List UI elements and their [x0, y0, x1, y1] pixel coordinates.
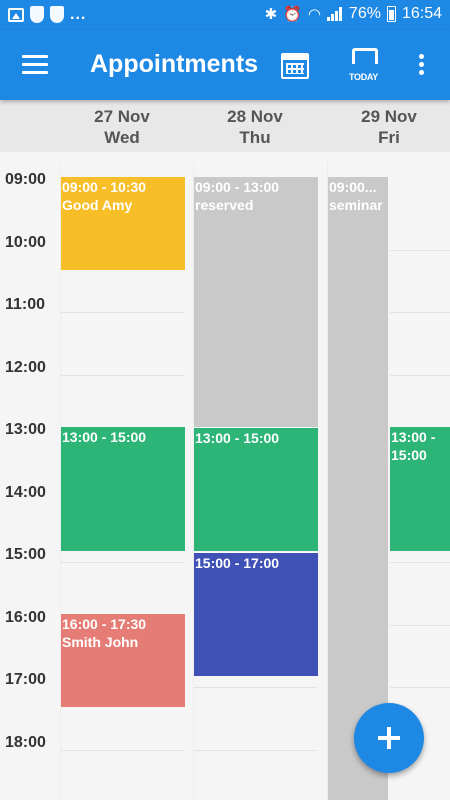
event-title: Smith John: [62, 634, 139, 650]
day-weekday: Fri: [378, 128, 400, 147]
event-title: seminar: [329, 197, 383, 213]
day-date: 28 Nov: [227, 107, 283, 126]
calendar-icon[interactable]: [281, 53, 309, 79]
hour-label: 17:00: [5, 671, 46, 688]
appointment-event[interactable]: 09:00 - 10:30 Good Amy: [61, 177, 185, 270]
day-date: 29 Nov: [361, 107, 417, 126]
hour-gridline: [61, 562, 184, 563]
appointment-event[interactable]: 09:00 - 13:00 reserved: [194, 177, 318, 427]
page-title: Appointments: [90, 50, 259, 78]
hour-label: 11:00: [5, 296, 46, 313]
hour-label: 18:00: [5, 734, 46, 751]
event-time: 09:00 - 10:30: [62, 179, 147, 195]
event-title: reserved: [195, 197, 254, 213]
hour-gridline: [390, 562, 450, 563]
hour-gridline: [390, 312, 450, 313]
hour-gridline: [390, 250, 450, 251]
event-time-line1: 13:00 -: [391, 429, 436, 445]
hour-label: 16:00: [5, 609, 46, 626]
day-header-fri[interactable]: 29 Nov Fri: [327, 106, 450, 148]
shield-icon: [50, 6, 64, 23]
event-title: Good Amy: [62, 197, 133, 213]
day-weekday: Wed: [104, 128, 140, 147]
day-header-wed[interactable]: 27 Nov Wed: [60, 106, 184, 148]
signal-icon: [326, 7, 343, 21]
hour-label: 13:00: [5, 421, 46, 438]
more-vert-icon[interactable]: [419, 54, 425, 76]
hour-label: 10:00: [5, 234, 46, 251]
hour-gridline: [194, 750, 317, 751]
status-bar: ... ✱ ⏰ ◠ 76% 16:54: [0, 0, 450, 30]
appointment-event[interactable]: 16:00 - 17:30 Smith John: [61, 614, 185, 707]
hour-label: 15:00: [5, 546, 46, 563]
hour-gridline: [390, 687, 450, 688]
add-appointment-button[interactable]: [354, 703, 424, 773]
bluetooth-icon: ✱: [264, 6, 278, 23]
day-column-thu[interactable]: 09:00 - 13:00 reserved 13:00 - 15:00 15:…: [193, 162, 318, 800]
day-weekday: Thu: [239, 128, 271, 147]
hour-label: 14:00: [5, 484, 46, 501]
wifi-icon: ◠: [307, 6, 321, 23]
time-column: 09:00 10:00 11:00 12:00 13:00 14:00 15:0…: [0, 152, 60, 800]
hour-gridline: [390, 375, 450, 376]
app-bar: Appointments TODAY: [0, 30, 450, 100]
appointment-event[interactable]: 13:00 - 15:00: [194, 427, 318, 551]
appointment-event[interactable]: 13:00 - 15:00: [390, 427, 450, 551]
day-column-wed[interactable]: 09:00 - 10:30 Good Amy 13:00 - 15:00 16:…: [60, 162, 185, 800]
day-date: 27 Nov: [94, 107, 150, 126]
image-icon: [8, 7, 24, 22]
more-notifications-icon: ...: [70, 5, 87, 23]
today-icon[interactable]: TODAY: [349, 48, 381, 82]
hour-gridline: [194, 687, 317, 688]
day-header-thu[interactable]: 28 Nov Thu: [193, 106, 317, 148]
hour-gridline: [61, 375, 184, 376]
hour-label: 12:00: [5, 359, 46, 376]
day-header: 27 Nov Wed 28 Nov Thu 29 Nov Fri: [0, 100, 450, 152]
battery-icon: [386, 6, 396, 22]
battery-percent: 76%: [348, 5, 381, 22]
menu-icon[interactable]: [22, 55, 48, 75]
hour-gridline: [390, 625, 450, 626]
clock-time: 16:54: [401, 5, 442, 22]
hour-gridline: [61, 750, 184, 751]
event-time: 09:00...: [329, 179, 377, 195]
alarm-icon: ⏰: [283, 6, 302, 23]
event-time: 13:00 - 15:00: [195, 430, 280, 446]
event-time: 16:00 - 17:30: [62, 616, 147, 632]
event-time: 15:00 - 17:00: [195, 555, 280, 571]
hour-label: 09:00: [5, 171, 46, 188]
appointment-event[interactable]: 13:00 - 15:00: [61, 427, 185, 551]
today-label: TODAY: [349, 72, 379, 82]
hour-gridline: [61, 312, 184, 313]
appointment-event[interactable]: 15:00 - 17:00: [194, 552, 318, 676]
event-time-line2: 15:00: [391, 447, 427, 463]
event-time: 09:00 - 13:00: [195, 179, 280, 195]
shield-icon: [30, 6, 44, 23]
event-time: 13:00 - 15:00: [62, 429, 147, 445]
